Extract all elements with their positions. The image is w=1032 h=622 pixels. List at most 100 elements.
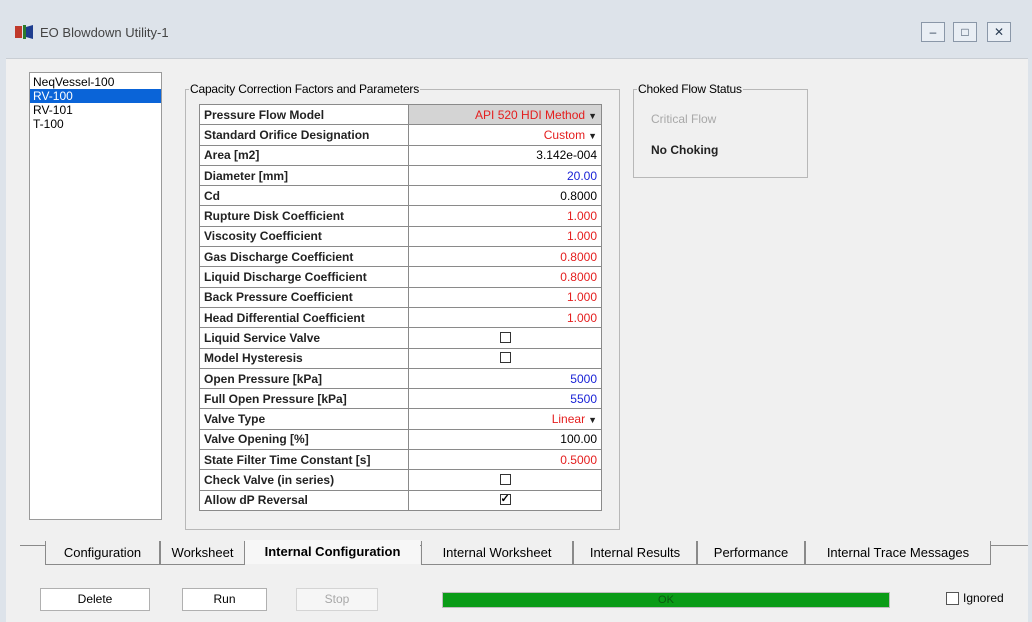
param-value[interactable]: 0.5000 xyxy=(408,449,602,471)
param-dropdown[interactable]: API 520 HDI Method ▼ xyxy=(408,103,602,126)
tab-performance[interactable]: Performance xyxy=(697,541,805,565)
param-value-text: 1.000 xyxy=(566,310,597,325)
param-checkbox-cell xyxy=(408,469,602,491)
param-label: Standard Orifice Designation xyxy=(199,124,409,146)
param-label: Valve Type xyxy=(199,408,409,430)
param-checkbox[interactable] xyxy=(499,331,511,343)
title-bar: EO Blowdown Utility-1 – □ ✕ xyxy=(0,0,1032,59)
delete-button[interactable]: Delete xyxy=(40,588,150,611)
tab-internal-trace-messages[interactable]: Internal Trace Messages xyxy=(805,541,991,565)
param-value-text: 3.142e-004 xyxy=(536,148,597,163)
minimize-button[interactable]: – xyxy=(921,22,945,42)
param-label: Open Pressure [kPa] xyxy=(199,367,409,390)
param-value-text: 0.8000 xyxy=(560,249,597,264)
tab-worksheet[interactable]: Worksheet xyxy=(160,541,245,565)
dropdown-arrow-icon[interactable]: ▼ xyxy=(588,131,597,141)
param-value[interactable]: 0.8000 xyxy=(408,185,602,207)
param-value[interactable]: 100.00 xyxy=(408,428,602,451)
parameters-grid: Pressure Flow Model API 520 HDI Method ▼ St… xyxy=(199,103,602,511)
param-label: Valve Opening [%] xyxy=(199,428,409,451)
grid-row: Area [m2] 3.142e-004 xyxy=(199,144,602,166)
grid-row: Diameter [mm] 20.00 xyxy=(199,164,602,187)
param-value[interactable]: 20.00 xyxy=(408,164,602,187)
param-checkbox[interactable] xyxy=(499,492,511,506)
grid-row: Rupture Disk Coefficient 1.000 xyxy=(199,205,602,227)
status-text: OK xyxy=(658,594,674,606)
grid-row: State Filter Time Constant [s] 0.5000 xyxy=(199,449,602,471)
param-value-text: Linear xyxy=(551,412,586,427)
param-dropdown[interactable]: Custom ▼ xyxy=(408,124,602,146)
grid-row: Standard Orifice Designation Custom ▼ xyxy=(199,124,602,146)
app-icon xyxy=(15,25,33,39)
param-value[interactable]: 0.8000 xyxy=(408,246,602,268)
param-value-text: 5000 xyxy=(570,371,597,386)
unit-listbox[interactable]: NeqVessel-100 RV-100 RV-101 T-100 xyxy=(29,72,162,520)
grid-row: Liquid Discharge Coefficient 0.8000 xyxy=(199,266,602,288)
param-checkbox[interactable] xyxy=(499,352,511,364)
window-frame-left xyxy=(0,58,6,622)
param-dropdown[interactable]: Linear ▼ xyxy=(408,408,602,430)
grid-row: Model Hysteresis xyxy=(199,347,602,369)
param-label: Rupture Disk Coefficient xyxy=(199,205,409,227)
status-bar: OK xyxy=(442,592,890,608)
param-value[interactable]: 1.000 xyxy=(408,225,602,248)
critical-flow-label: Critical Flow xyxy=(651,112,717,126)
param-label: Model Hysteresis xyxy=(199,347,409,369)
maximize-button[interactable]: □ xyxy=(953,22,977,42)
list-item-selected[interactable]: RV-100 xyxy=(30,89,161,103)
grid-row: Valve Type Linear ▼ xyxy=(199,408,602,430)
param-label: Pressure Flow Model xyxy=(199,103,409,126)
window-title: EO Blowdown Utility-1 xyxy=(40,25,169,40)
ignored-checkbox[interactable] xyxy=(946,592,959,605)
grid-row: Pressure Flow Model API 520 HDI Method ▼ xyxy=(199,103,602,126)
param-value-text: 0.8000 xyxy=(560,188,597,203)
dropdown-arrow-icon[interactable]: ▼ xyxy=(588,111,597,121)
grid-row: Back Pressure Coefficient 1.000 xyxy=(199,286,602,308)
param-value-text: 0.5000 xyxy=(560,452,597,467)
list-item[interactable]: NeqVessel-100 xyxy=(30,75,161,89)
tab-configuration[interactable]: Configuration xyxy=(45,541,160,565)
param-value[interactable]: 3.142e-004 xyxy=(408,144,602,166)
param-value-text: 1.000 xyxy=(566,290,597,305)
param-value-text: 1.000 xyxy=(566,209,597,224)
param-label: Back Pressure Coefficient xyxy=(199,286,409,308)
param-value[interactable]: 5000 xyxy=(408,367,602,390)
dropdown-arrow-icon[interactable]: ▼ xyxy=(588,415,597,425)
tab-internal-configuration[interactable]: Internal Configuration xyxy=(245,540,420,564)
param-label: Head Differential Coefficient xyxy=(199,306,409,329)
tab-internal-worksheet[interactable]: Internal Worksheet xyxy=(421,541,573,565)
param-label: Diameter [mm] xyxy=(199,164,409,187)
param-checkbox[interactable] xyxy=(499,473,511,485)
grid-row: Valve Opening [%] 100.00 xyxy=(199,428,602,451)
param-checkbox-cell xyxy=(408,327,602,349)
run-button[interactable]: Run xyxy=(182,588,267,611)
param-value[interactable]: 1.000 xyxy=(408,205,602,227)
window-frame-right xyxy=(1028,58,1032,622)
param-checkbox-cell xyxy=(408,347,602,369)
param-value[interactable]: 5500 xyxy=(408,388,602,410)
tab-internal-results[interactable]: Internal Results xyxy=(573,541,697,565)
list-item[interactable]: T-100 xyxy=(30,117,161,131)
param-value[interactable]: 1.000 xyxy=(408,306,602,329)
grid-row: Liquid Service Valve xyxy=(199,327,602,349)
param-value-text: Custom xyxy=(543,127,586,142)
param-value[interactable]: 1.000 xyxy=(408,286,602,308)
param-label: Allow dP Reversal xyxy=(199,489,409,511)
param-value[interactable]: 0.8000 xyxy=(408,266,602,288)
param-value-text: 100.00 xyxy=(560,432,597,447)
param-label: Full Open Pressure [kPa] xyxy=(199,388,409,410)
param-value-text: 1.000 xyxy=(566,229,597,244)
list-item[interactable]: RV-101 xyxy=(30,103,161,117)
param-checkbox-cell xyxy=(408,489,602,511)
close-button[interactable]: ✕ xyxy=(987,22,1011,42)
grid-row: Open Pressure [kPa] 5000 xyxy=(199,367,602,390)
capacity-group-title: Capacity Correction Factors and Paramete… xyxy=(189,82,421,96)
param-value-text: API 520 HDI Method xyxy=(475,107,586,122)
choked-flow-groupbox xyxy=(633,89,808,178)
param-label: Area [m2] xyxy=(199,144,409,166)
stop-button[interactable]: Stop xyxy=(296,588,378,611)
param-label: Check Valve (in series) xyxy=(199,469,409,491)
ignored-label: Ignored xyxy=(963,591,1004,605)
param-value-text: 20.00 xyxy=(566,168,597,183)
grid-row: Check Valve (in series) xyxy=(199,469,602,491)
